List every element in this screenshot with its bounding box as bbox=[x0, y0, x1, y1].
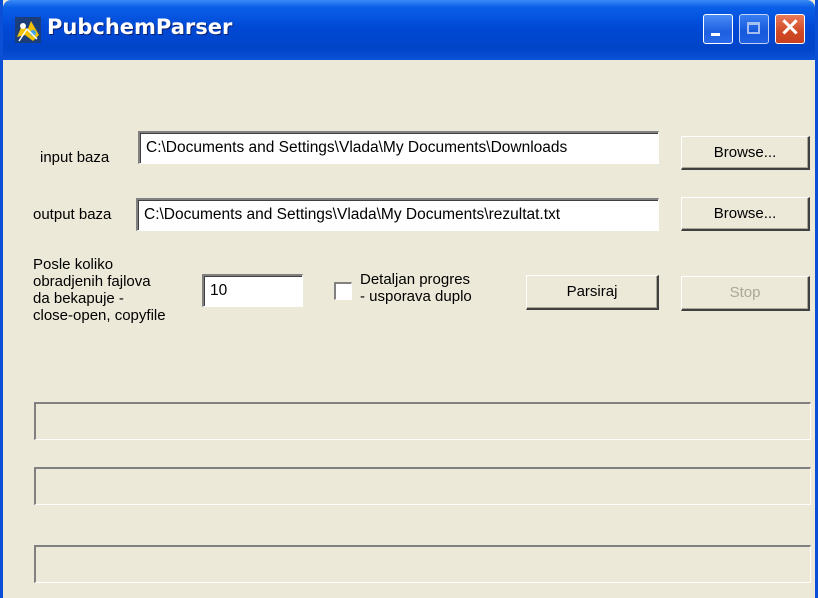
input-browse-button[interactable]: Browse... bbox=[681, 136, 810, 170]
app-window: PubchemParser × input baza C:\Documents … bbox=[0, 0, 818, 598]
backup-label-line: Posle koliko bbox=[33, 256, 114, 273]
maximize-icon bbox=[747, 22, 760, 34]
minimize-icon bbox=[711, 33, 720, 36]
parse-button[interactable]: Parsiraj bbox=[526, 275, 659, 310]
detail-progress-checkbox[interactable] bbox=[334, 282, 352, 300]
backup-label-line: close-open, copyfile bbox=[33, 307, 166, 324]
close-button[interactable]: × bbox=[775, 12, 805, 44]
detail-progress-label: Detaljan progres - usporava duplo bbox=[360, 271, 472, 305]
minimize-button[interactable] bbox=[703, 14, 733, 44]
stop-button[interactable]: Stop bbox=[681, 276, 810, 311]
output-baza-field[interactable]: C:\Documents and Settings\Vlada\My Docum… bbox=[136, 198, 659, 231]
progress-bar bbox=[34, 467, 811, 505]
app-icon bbox=[15, 17, 41, 43]
input-baza-label: input baza bbox=[40, 149, 110, 166]
input-baza-field[interactable]: C:\Documents and Settings\Vlada\My Docum… bbox=[138, 131, 659, 164]
backup-interval-label: Posle koliko obradjenih fajlova da bekap… bbox=[33, 256, 166, 324]
backup-interval-field[interactable]: 10 bbox=[202, 274, 303, 307]
maximize-button[interactable] bbox=[739, 14, 769, 44]
detail-label-line: Detaljan progres bbox=[360, 271, 471, 288]
progress-bar bbox=[34, 402, 811, 440]
title-bar[interactable]: PubchemParser × bbox=[3, 0, 815, 60]
output-browse-button[interactable]: Browse... bbox=[681, 197, 810, 231]
close-icon: × bbox=[779, 12, 801, 42]
output-baza-label: output baza bbox=[33, 206, 112, 223]
backup-label-line: da bekapuje - bbox=[33, 290, 124, 307]
progress-bar bbox=[34, 545, 811, 583]
window-title: PubchemParser bbox=[47, 15, 233, 39]
backup-label-line: obradjenih fajlova bbox=[33, 273, 151, 290]
detail-label-line: - usporava duplo bbox=[360, 288, 472, 305]
